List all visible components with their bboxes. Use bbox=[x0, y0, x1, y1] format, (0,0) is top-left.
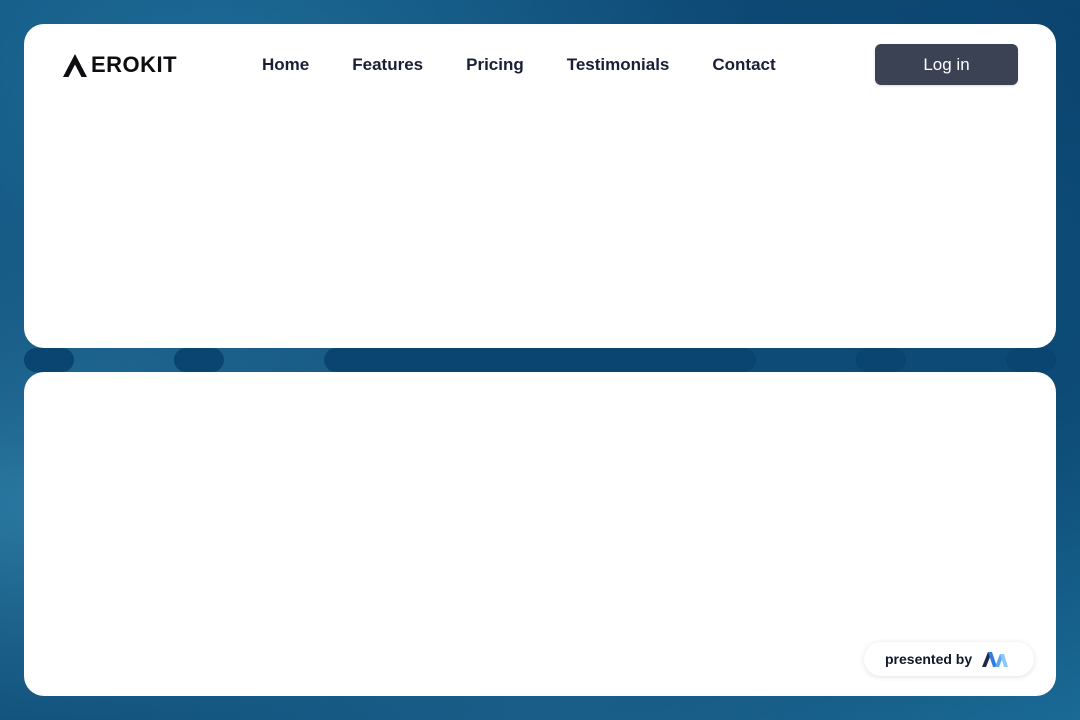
hero-card-top: EROKIT Home Features Pricing Testimonial… bbox=[24, 24, 1056, 348]
presenter-logo-icon bbox=[982, 652, 1009, 667]
divider-tab bbox=[856, 348, 906, 372]
divider-tab bbox=[324, 348, 756, 372]
divider-tab bbox=[24, 348, 74, 372]
nav-contact[interactable]: Contact bbox=[712, 54, 775, 76]
nav-testimonials[interactable]: Testimonials bbox=[567, 54, 670, 76]
nav-pricing[interactable]: Pricing bbox=[466, 54, 524, 76]
divider-tab bbox=[1006, 348, 1056, 372]
divider-tab bbox=[174, 348, 224, 372]
main-menu: Home Features Pricing Testimonials Conta… bbox=[262, 54, 819, 76]
brand-name: EROKIT bbox=[91, 52, 178, 77]
nav-home[interactable]: Home bbox=[262, 54, 309, 76]
aerokit-a-icon bbox=[63, 54, 87, 77]
nav-features[interactable]: Features bbox=[352, 54, 423, 76]
presented-by-badge[interactable]: presented by bbox=[864, 642, 1034, 676]
brand-logo[interactable]: EROKIT bbox=[62, 52, 177, 78]
login-button[interactable]: Log in bbox=[875, 44, 1018, 85]
top-navigation: EROKIT Home Features Pricing Testimonial… bbox=[24, 24, 1056, 108]
presented-by-label: presented by bbox=[885, 651, 973, 667]
